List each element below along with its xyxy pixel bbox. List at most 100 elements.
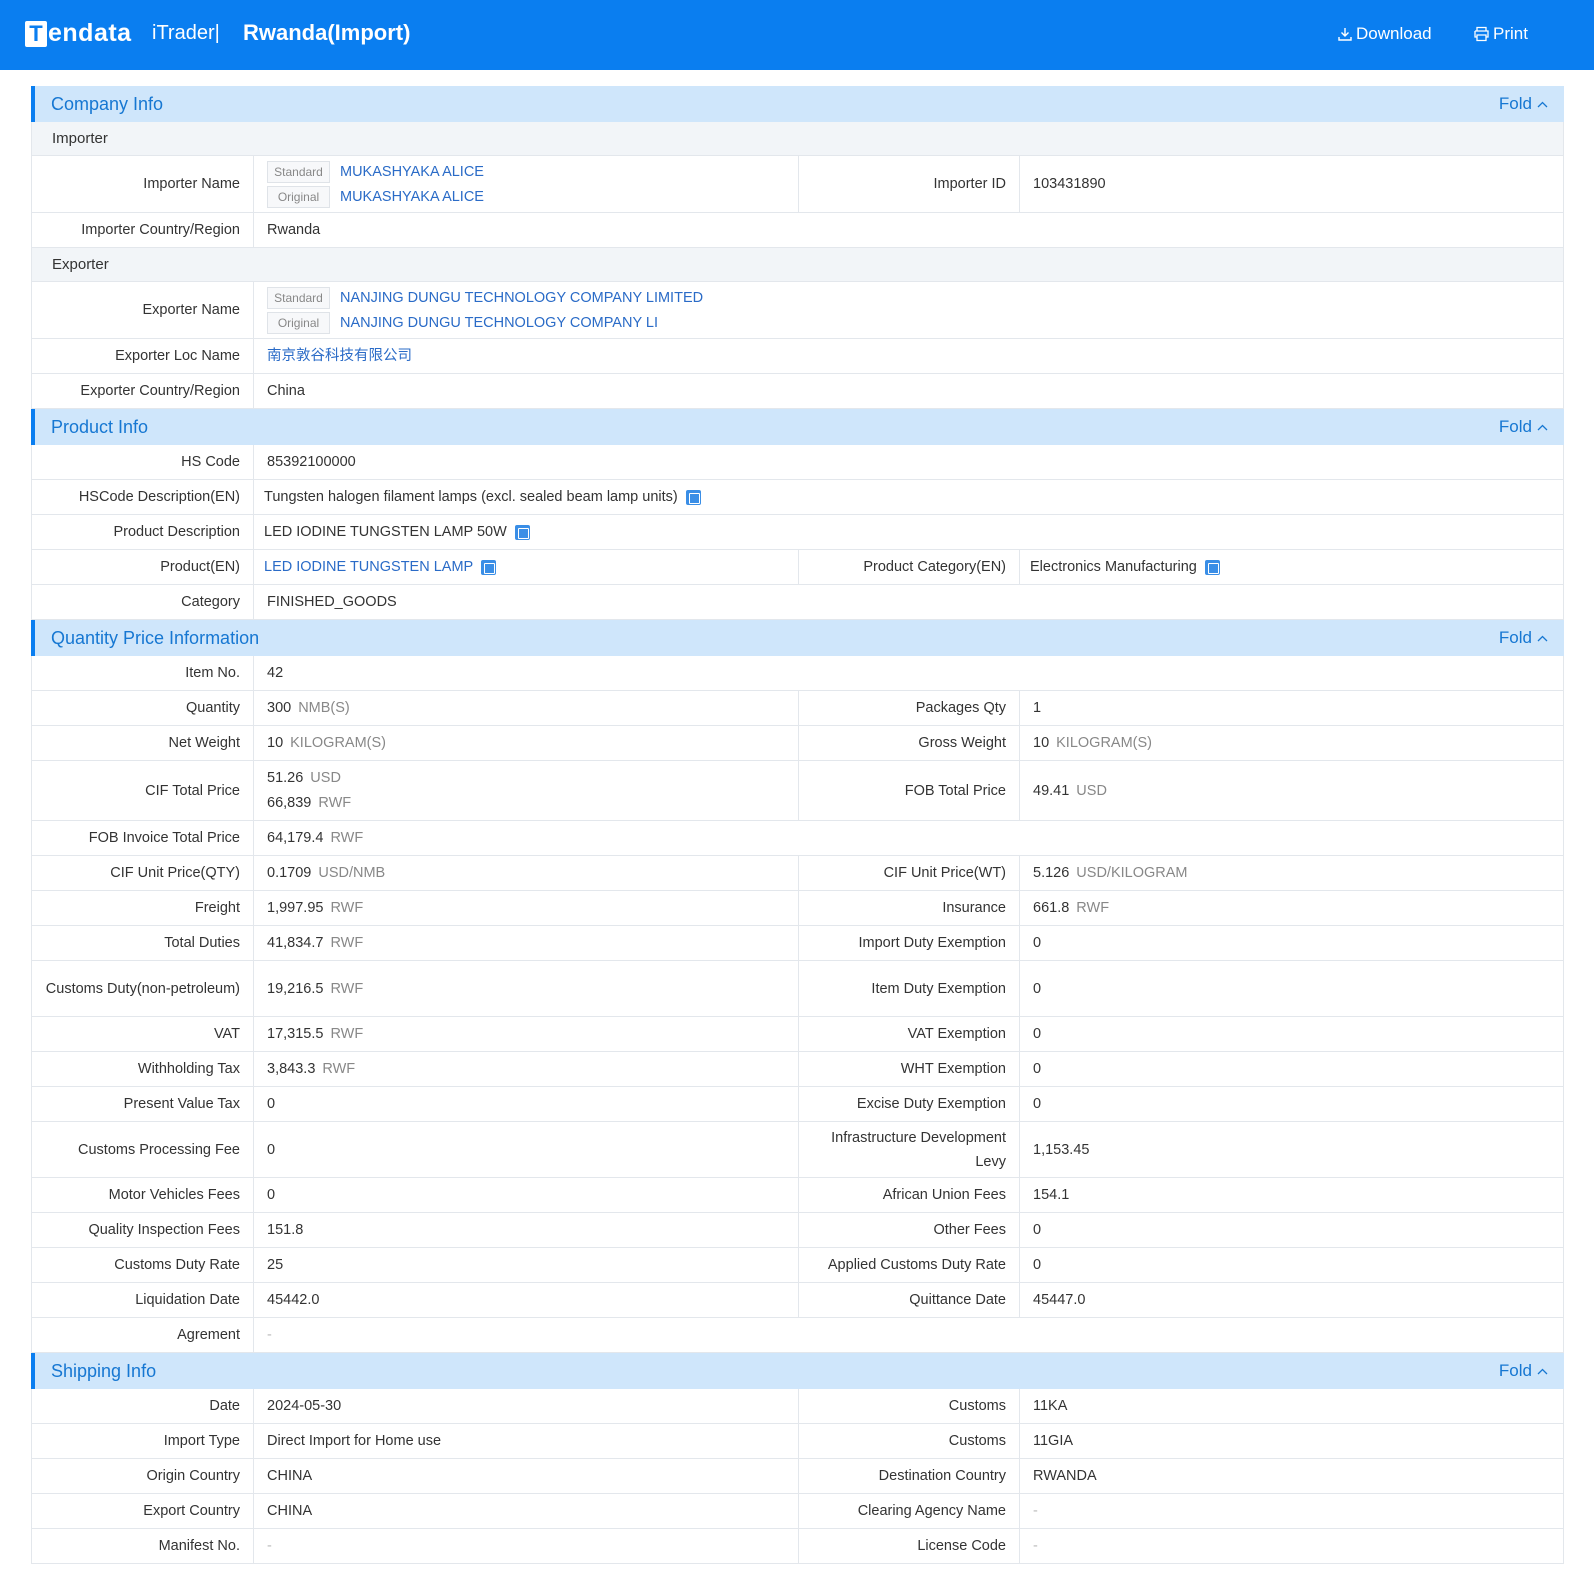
value-unit: RWF [318,795,352,811]
field-label: License Code [799,1529,1020,1563]
translate-icon[interactable] [481,559,497,575]
field-value: 17,315.5 RWF [254,1017,799,1051]
table-row: Export Country CHINA Clearing Agency Nam… [31,1494,1564,1529]
table-row: Quantity 300 NMB(S) Packages Qty 1 [31,691,1564,726]
field-label: Exporter Country/Region [32,374,254,408]
field-label: CIF Unit Price(QTY) [32,856,254,890]
product-en-link[interactable]: LED IODINE TUNGSTEN LAMP [264,555,473,579]
field-label: Excise Duty Exemption [799,1087,1020,1121]
exporter-name-original-link[interactable]: NANJING DUNGU TECHNOLOGY COMPANY LI [340,311,658,335]
field-label: Packages Qty [799,691,1020,725]
tendata-logo[interactable]: T endata [25,19,132,48]
field-value: Standard NANJING DUNGU TECHNOLOGY COMPANY… [254,282,1563,338]
table-row: CIF Total Price 51.26 USD 66,839 RWF FOB T… [31,761,1564,821]
value-number: 41,834.7 [267,935,324,951]
fold-toggle[interactable]: Fold [1499,628,1548,648]
field-value: 10 KILOGRAM(S) [1020,726,1563,760]
chevron-up-icon [1537,101,1548,107]
table-row: Customs Duty Rate 25 Applied Customs Dut… [31,1248,1564,1283]
field-label: Applied Customs Duty Rate [799,1248,1020,1282]
field-label: Customs Duty Rate [32,1248,254,1282]
table-row: Present Value Tax 0 Excise Duty Exemptio… [31,1087,1564,1122]
field-value: 85392100000 [267,454,356,470]
table-row: Import Type Direct Import for Home use C… [31,1424,1564,1459]
field-value: 5.126 USD/KILOGRAM [1020,856,1563,890]
table-row: Liquidation Date 45442.0 Quittance Date … [31,1283,1564,1318]
value-unit: RWF [330,935,364,951]
download-button[interactable]: Download [1337,24,1432,44]
field-value: 0 [1033,1257,1042,1273]
field-value: 45442.0 [254,1283,799,1317]
translate-icon[interactable] [685,489,701,505]
exporter-loc-link[interactable]: 南京敦谷科技有限公司 [267,344,412,368]
translate-icon[interactable] [514,524,530,540]
field-value: 103431890 [1033,176,1106,192]
field-value: 0 [1033,1026,1042,1042]
fold-label: Fold [1498,417,1532,436]
table-row: Exporter Name Standard NANJING DUNGU TECH… [31,282,1564,339]
top-bar: T endata iTrader| Rwanda(Import) Downloa… [0,0,1594,70]
hs-description: Tungsten halogen filament lamps (excl. s… [264,489,678,505]
field-label: Destination Country [799,1459,1020,1493]
field-label: Customs Duty(non-petroleum) [32,961,254,1016]
exporter-subheading: Exporter [31,248,1564,282]
field-value: Tungsten halogen filament lamps (excl. s… [254,480,1563,514]
field-value: 64,179.4 RWF [254,821,1563,855]
field-value: Standard MUKASHYAKA ALICE Original MUKASHY… [254,156,799,212]
field-label: Item No. [32,656,254,690]
table-row: FOB Invoice Total Price 64,179.4 RWF [31,821,1564,856]
field-value: 1 [1033,700,1042,716]
quantity-price-header: Quantity Price Information Fold [31,620,1564,656]
field-label: Quality Inspection Fees [32,1213,254,1247]
field-label: FOB Total Price [799,761,1020,820]
value-number: 17,315.5 [267,1026,324,1042]
product-info-header: Product Info Fold [31,409,1564,445]
value-number: 10 [267,735,284,751]
print-button[interactable]: Print [1473,24,1528,44]
section-title: Company Info [51,93,164,114]
field-label: WHT Exemption [799,1052,1020,1086]
field-label: Clearing Agency Name [799,1494,1020,1528]
field-value: 10 KILOGRAM(S) [254,726,799,760]
table-row: Item No. 42 [31,656,1564,691]
translate-icon[interactable] [1204,559,1220,575]
field-label: Customs Processing Fee [32,1122,254,1177]
table-row: Importer Country/Region Rwanda [31,213,1564,248]
field-value: 151.8 [254,1213,799,1247]
value-unit: KILOGRAM(S) [1056,735,1153,751]
field-value: Rwanda [267,222,321,238]
value-number: 661.8 [1033,900,1070,916]
field-label: CIF Unit Price(WT) [799,856,1020,890]
value-unit: USD [310,770,341,786]
field-label: FOB Invoice Total Price [32,821,254,855]
field-value: 南京敦谷科技有限公司 [254,339,1563,373]
page-title: Rwanda(Import) [243,20,411,45]
chevron-up-icon [1537,424,1548,430]
product-name: iTrader| [152,22,220,44]
field-label: Other Fees [799,1213,1020,1247]
print-label: Print [1493,24,1528,43]
section-title: Product Info [51,416,149,437]
standard-tag: Standard [267,286,330,309]
field-label: Customs [799,1424,1020,1458]
download-label: Download [1356,24,1432,43]
field-label: Date [32,1389,254,1423]
field-value: CHINA [254,1459,799,1493]
table-row: Product(EN) LED IODINE TUNGSTEN LAMP Pro… [31,550,1564,585]
field-value: FINISHED_GOODS [267,594,397,610]
fold-toggle[interactable]: Fold [1499,1361,1548,1381]
field-value: 45447.0 [1033,1292,1086,1308]
fold-toggle[interactable]: Fold [1499,94,1548,114]
logo-mark: T [25,20,47,47]
table-row: Customs Duty(non-petroleum) 19,216.5 RWF … [31,961,1564,1017]
field-label: Importer Name [32,156,254,212]
field-label: VAT Exemption [799,1017,1020,1051]
field-value: 661.8 RWF [1020,891,1563,925]
exporter-name-standard-link[interactable]: NANJING DUNGU TECHNOLOGY COMPANY LIMITED [340,286,703,310]
field-label: Infrastructure Development Levy [799,1122,1020,1177]
field-value: 19,216.5 RWF [254,961,799,1016]
importer-name-original-link[interactable]: MUKASHYAKA ALICE [340,185,484,209]
field-value: 300 NMB(S) [254,691,799,725]
fold-toggle[interactable]: Fold [1499,417,1548,437]
importer-name-standard-link[interactable]: MUKASHYAKA ALICE [340,160,484,184]
